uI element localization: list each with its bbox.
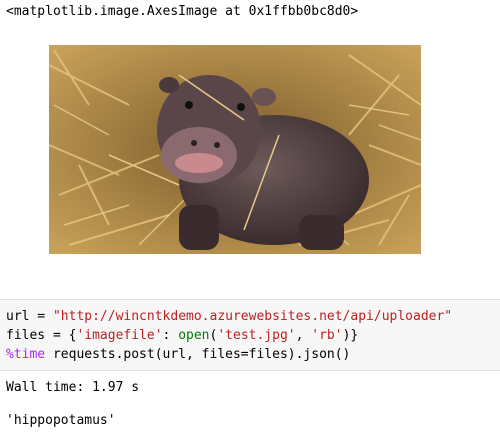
code-cell[interactable]: url = "http://wincntkdemo.azurewebsites.…	[0, 299, 500, 371]
wall-time-output: Wall time: 1.97 s	[6, 380, 140, 395]
hippo-image	[49, 45, 421, 254]
code-editor[interactable]: url = "http://wincntkdemo.azurewebsites.…	[6, 307, 452, 364]
prediction-result-output: 'hippopotamus'	[6, 413, 116, 428]
code-line-2: files = {'imagefile': open('test.jpg', '…	[6, 328, 359, 343]
code-line-3: %time requests.post(url, files=files).js…	[6, 347, 351, 362]
code-line-1: url = "http://wincntkdemo.azurewebsites.…	[6, 309, 453, 324]
axes-image-repr-output: <matplotlib.image.AxesImage at 0x1ffbb0b…	[6, 4, 359, 19]
